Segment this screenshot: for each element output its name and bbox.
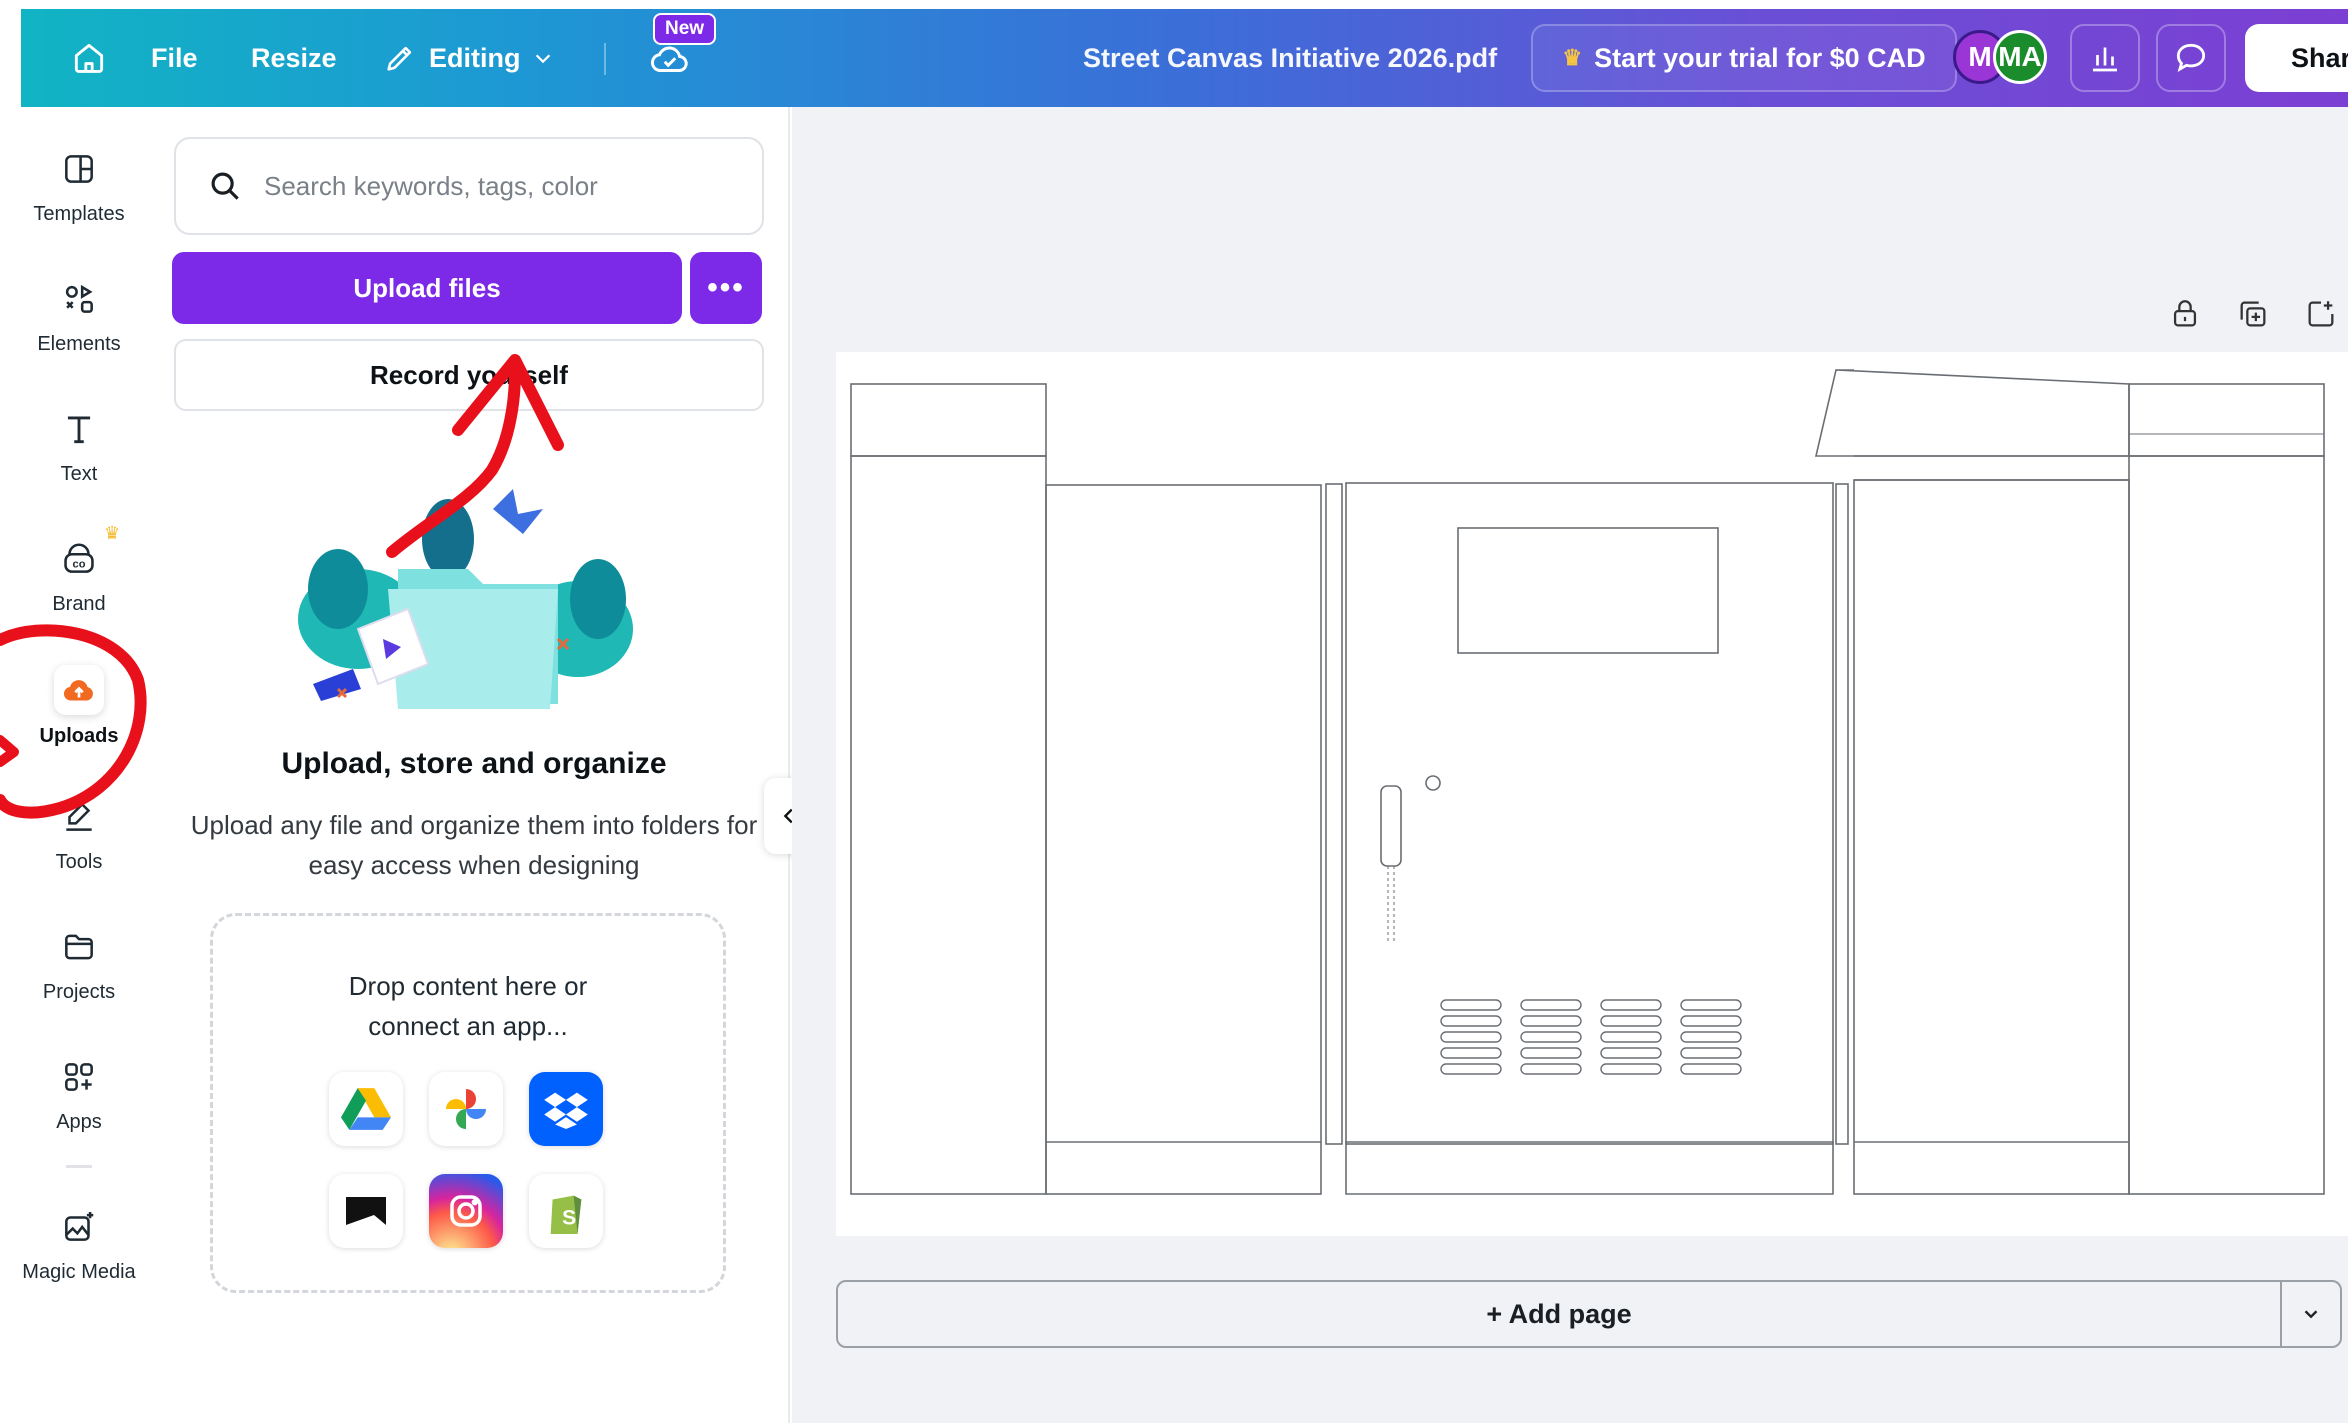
trial-label: Start your trial for $0 CAD <box>1594 42 1926 73</box>
upload-description: Upload any file and organize them into f… <box>190 810 758 880</box>
sidebar-item-label: Uploads <box>39 725 119 747</box>
divider <box>604 43 606 75</box>
speech-bubble-icon <box>2176 43 2206 73</box>
sidebar-item-label: Magic Media <box>22 1261 136 1283</box>
chevron-down-icon <box>2304 1310 2318 1319</box>
home-icon <box>74 43 104 73</box>
cloud-check-icon <box>650 46 688 72</box>
upload-files-button[interactable]: Upload files <box>172 252 682 324</box>
add-page-options-button[interactable] <box>2280 1280 2342 1348</box>
templates-icon <box>57 147 101 191</box>
share-button[interactable]: Share <box>2245 24 2348 92</box>
folder-icon <box>57 925 101 969</box>
sidebar: Templates Elements Text ♛ co Brand Uploa… <box>0 107 158 1423</box>
svg-text:co: co <box>73 559 86 571</box>
utility-cabinet-drawing <box>850 369 2325 1195</box>
home-button[interactable] <box>57 9 121 107</box>
insights-button[interactable] <box>2070 24 2140 92</box>
svg-text:S: S <box>562 1206 576 1229</box>
drop-instructions: Drop content here or connect an app... <box>348 971 588 1041</box>
sidebar-item-templates[interactable]: Templates <box>0 147 158 267</box>
chevron-down-icon <box>536 54 551 64</box>
search-icon <box>211 172 239 200</box>
document-title[interactable]: Street Canvas Initiative 2026.pdf <box>1083 9 1497 107</box>
new-badge: New <box>653 13 717 45</box>
sidebar-item-label: Apps <box>56 1111 102 1133</box>
bar-chart-icon <box>2093 47 2117 72</box>
upload-illustration <box>298 489 633 709</box>
elements-icon <box>57 277 101 321</box>
sidebar-item-apps[interactable]: Apps <box>0 1055 158 1175</box>
box-icon[interactable] <box>329 1174 403 1248</box>
upload-heading: Upload, store and organize <box>281 747 667 780</box>
design-page[interactable] <box>836 352 2348 1236</box>
google-drive-icon[interactable] <box>329 1072 403 1146</box>
search-input[interactable] <box>264 170 744 202</box>
start-trial-button[interactable]: ♛ Start your trial for $0 CAD <box>1531 24 1957 92</box>
editing-mode-dropdown[interactable]: Editing <box>383 9 554 107</box>
sidebar-item-text[interactable]: Text <box>0 407 158 527</box>
apps-icon <box>57 1055 101 1099</box>
lock-icon[interactable] <box>2168 297 2202 331</box>
tools-icon <box>57 795 101 839</box>
comments-button[interactable] <box>2156 24 2226 92</box>
uploads-icon <box>54 665 104 715</box>
brand-icon: co <box>57 537 101 581</box>
sidebar-item-label: Tools <box>55 851 103 873</box>
crown-icon: ♛ <box>1562 45 1583 70</box>
sidebar-item-projects[interactable]: Projects <box>0 925 158 1045</box>
pencil-icon <box>387 46 412 71</box>
sidebar-item-label: Elements <box>37 333 121 355</box>
magic-media-icon <box>57 1205 101 1249</box>
sidebar-item-uploads[interactable]: Uploads <box>0 665 158 785</box>
editing-label: Editing <box>429 42 521 73</box>
canva-editor: File Resize Editing New Street Canvas In… <box>0 0 2348 1423</box>
add-page-icon[interactable] <box>2304 297 2338 331</box>
google-photos-icon[interactable] <box>429 1072 503 1146</box>
top-bar: File Resize Editing New Street Canvas In… <box>21 9 2348 107</box>
instagram-icon[interactable] <box>429 1174 503 1248</box>
divider <box>66 1165 92 1168</box>
resize-button[interactable]: Resize <box>251 9 337 107</box>
sidebar-item-elements[interactable]: Elements <box>0 277 158 397</box>
crown-icon: ♛ <box>104 523 121 543</box>
page-toolbar <box>2168 297 2348 331</box>
more-options-button[interactable]: ••• <box>690 252 762 324</box>
avatar[interactable]: MA <box>1993 30 2047 84</box>
search-box[interactable] <box>174 137 764 235</box>
text-icon <box>57 407 101 451</box>
add-page-button[interactable]: + Add page <box>836 1280 2282 1348</box>
sidebar-item-brand[interactable]: ♛ co Brand <box>0 523 158 657</box>
connect-app-grid: S <box>329 1072 609 1248</box>
sidebar-item-label: Templates <box>33 203 125 225</box>
duplicate-page-icon[interactable] <box>2236 297 2270 331</box>
drop-zone[interactable]: Drop content here or connect an app... S <box>210 913 726 1293</box>
record-yourself-button[interactable]: Record yourself <box>174 339 764 411</box>
file-menu[interactable]: File <box>151 9 198 107</box>
sidebar-item-magic-media[interactable]: Magic Media <box>0 1205 158 1325</box>
sidebar-item-label: Brand <box>52 593 106 615</box>
shopify-icon[interactable]: S <box>529 1174 603 1248</box>
sidebar-item-label: Projects <box>42 981 116 1003</box>
sidebar-item-tools[interactable]: Tools <box>0 795 158 915</box>
uploads-panel: Upload files ••• Record yourself Upload,… <box>158 107 790 1423</box>
dropbox-icon[interactable] <box>529 1072 603 1146</box>
sidebar-item-label: Text <box>60 463 98 485</box>
